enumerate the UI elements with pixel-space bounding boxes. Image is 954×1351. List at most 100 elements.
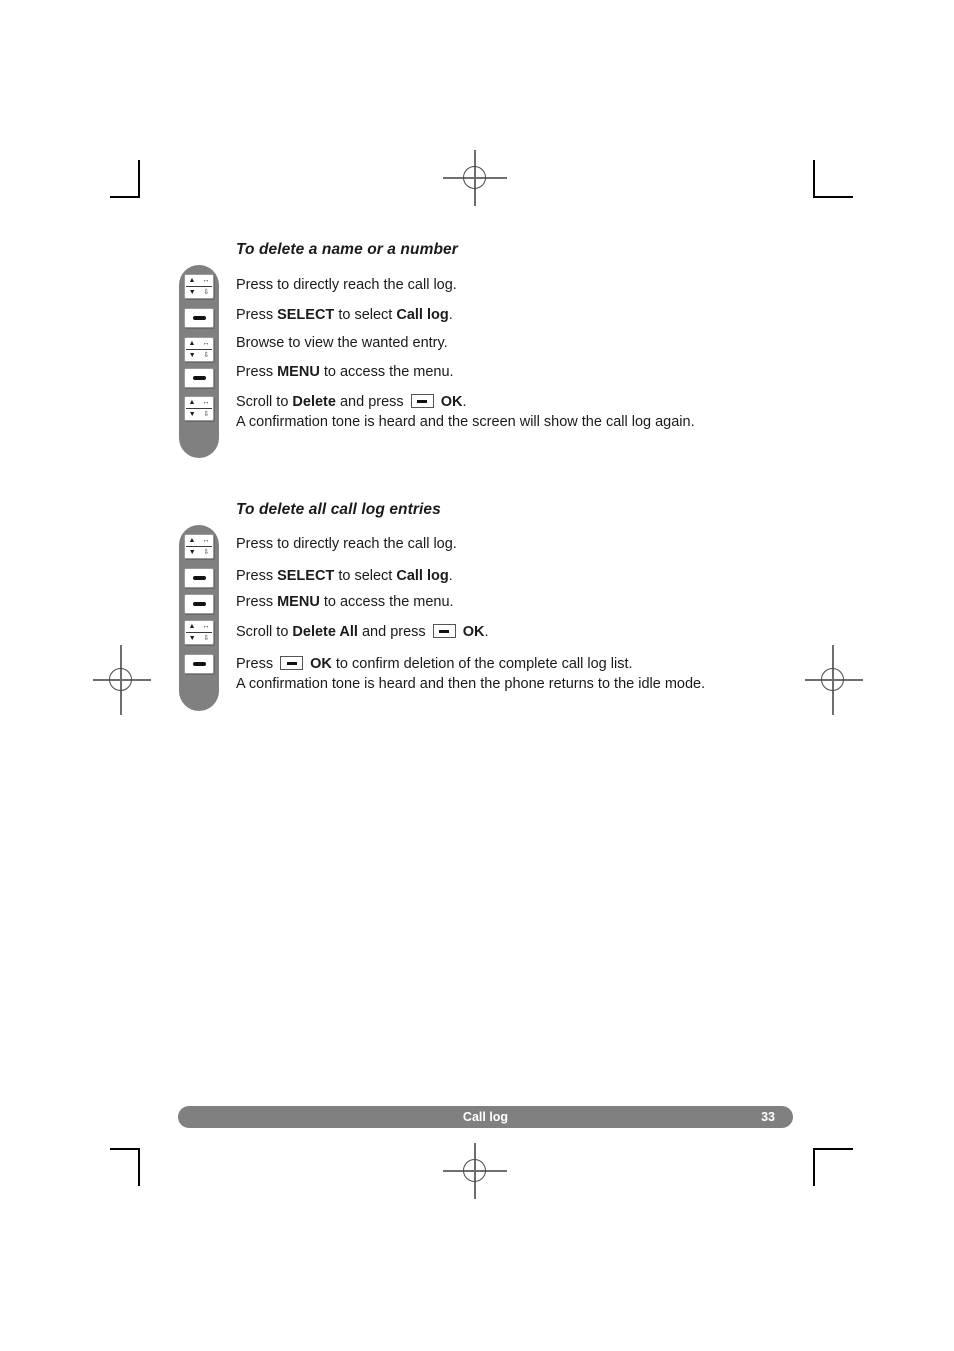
emphasis-text: Call log [396,307,449,323]
inline-soft-key-icon[interactable] [410,394,434,408]
navigation-key-icon[interactable]: ▲ ↔ ▼ ⇩ [184,337,214,362]
emphasis-text: MENU [277,594,320,610]
nav-down-arrow-icon: ▼ [188,635,196,642]
inline-soft-key-icon[interactable] [280,656,304,670]
body-text: Press to directly reach the call log. [236,277,457,293]
nav-up-arrow-icon: ▲ [188,623,196,630]
body-text: Press [236,568,278,584]
emphasis-text: Call log [396,568,449,584]
emphasis-text: OK [310,656,332,672]
navigation-key-icon[interactable]: ▲ ↔ ▼ ⇩ [184,620,214,645]
instruction-step: Scroll to Delete and press OK. A confirma… [236,392,695,432]
nav-left-right-arrow-icon: ↔ [202,537,210,544]
key-icon-bar: ▲ ↔ ▼ ⇩ ▲ ↔ ▼ ⇩ ▲ ↔ ▼ ⇩ [179,265,219,458]
nav-down-arrow-icon: ▼ [188,549,196,556]
nav-down-glyph-icon: ⇩ [203,549,210,556]
emphasis-text: Delete All [292,624,358,640]
registration-mark-left [93,645,151,715]
soft-key-icon[interactable] [184,568,214,588]
body-text: to select [334,568,397,584]
body-text: Press [236,594,278,610]
nav-up-arrow-icon: ▲ [188,277,196,284]
nav-down-glyph-icon: ⇩ [203,411,210,418]
nav-left-right-arrow-icon: ↔ [202,623,210,630]
registration-mark-top [443,150,507,206]
nav-left-right-arrow-icon: ↔ [202,340,210,347]
navigation-key-icon[interactable]: ▲ ↔ ▼ ⇩ [184,534,214,559]
body-text: Press [236,364,278,380]
body-text: Browse to view the wanted entry. [236,335,448,351]
instruction-step: Press MENU to access the menu. [236,592,454,612]
body-text: . [484,624,489,640]
page-number: 33 [761,1110,775,1124]
body-text: Scroll to [236,624,293,640]
body-text: and press [357,624,430,640]
nav-down-glyph-icon: ⇩ [203,289,210,296]
soft-key-icon[interactable] [184,654,214,674]
navigation-key-icon[interactable]: ▲ ↔ ▼ ⇩ [184,274,214,299]
instruction-line: Press MENU to access the menu. [236,592,454,612]
nav-down-glyph-icon: ⇩ [203,635,210,642]
instruction-line: Scroll to Delete All and press OK. [236,622,489,642]
body-text: . [448,307,453,323]
page-footer: Call log 33 [178,1106,793,1128]
section-heading: To delete a name or a number [236,241,458,258]
instruction-step: Press SELECT to select Call log. [236,305,453,325]
key-icon-bar: ▲ ↔ ▼ ⇩ ▲ ↔ ▼ ⇩ [179,525,219,711]
nav-left-right-arrow-icon: ↔ [202,277,210,284]
instruction-step: Press MENU to access the menu. [236,362,454,382]
nav-up-arrow-icon: ▲ [188,537,196,544]
instruction-line: Scroll to Delete and press OK. [236,392,695,412]
instruction-step: Press SELECT to select Call log. [236,566,453,586]
instruction-line: Press to directly reach the call log. [236,275,457,295]
registration-mark-right [805,645,863,715]
nav-down-arrow-icon: ▼ [188,352,196,359]
soft-key-icon[interactable] [184,308,214,328]
document-page: To delete a name or a number ▲ ↔ ▼ ⇩ ▲ ↔… [0,0,954,1351]
body-text: . [462,394,467,410]
emphasis-text: OK [440,394,463,410]
instruction-line: A confirmation tone is heard and then th… [236,674,705,694]
nav-down-arrow-icon: ▼ [188,289,196,296]
nav-left-right-arrow-icon: ↔ [202,399,210,406]
instruction-line: A confirmation tone is heard and the scr… [236,412,695,432]
instruction-step: Scroll to Delete All and press OK. [236,622,489,642]
instruction-step: Press OK to confirm deletion of the comp… [236,654,705,694]
body-text: to access the menu. [319,364,454,380]
instruction-step: Press to directly reach the call log. [236,534,457,554]
soft-key-icon[interactable] [184,594,214,614]
inline-soft-key-icon[interactable] [432,624,456,638]
body-text: Scroll to [236,394,293,410]
instruction-step: Browse to view the wanted entry. [236,333,448,353]
emphasis-text: MENU [277,364,320,380]
navigation-key-icon[interactable]: ▲ ↔ ▼ ⇩ [184,396,214,421]
body-text: A confirmation tone is heard and then th… [236,676,706,692]
soft-key-icon[interactable] [184,368,214,388]
instruction-line: Press SELECT to select Call log. [236,566,453,586]
body-text: Press [236,307,278,323]
nav-up-arrow-icon: ▲ [188,399,196,406]
footer-title: Call log [462,1110,509,1124]
instruction-line: Press MENU to access the menu. [236,362,454,382]
instruction-step: Press to directly reach the call log. [236,275,457,295]
body-text: to confirm deletion of the complete call… [331,656,633,672]
nav-down-glyph-icon: ⇩ [203,352,210,359]
body-text: . [448,568,453,584]
body-text: Press [236,656,278,672]
section-heading: To delete all call log entries [236,501,441,518]
emphasis-text: OK [462,624,485,640]
instruction-line: Press OK to confirm deletion of the comp… [236,654,705,674]
registration-mark-bottom [443,1143,507,1199]
emphasis-text: SELECT [277,568,335,584]
instruction-line: Press to directly reach the call log. [236,534,457,554]
emphasis-text: SELECT [277,307,335,323]
body-text: Press to directly reach the call log. [236,536,457,552]
instruction-line: Browse to view the wanted entry. [236,333,448,353]
body-text: to access the menu. [319,594,454,610]
body-text: to select [334,307,397,323]
instruction-line: Press SELECT to select Call log. [236,305,453,325]
emphasis-text: Delete [292,394,336,410]
body-text: A confirmation tone is heard and the scr… [236,414,695,430]
body-text: and press [335,394,408,410]
nav-up-arrow-icon: ▲ [188,340,196,347]
